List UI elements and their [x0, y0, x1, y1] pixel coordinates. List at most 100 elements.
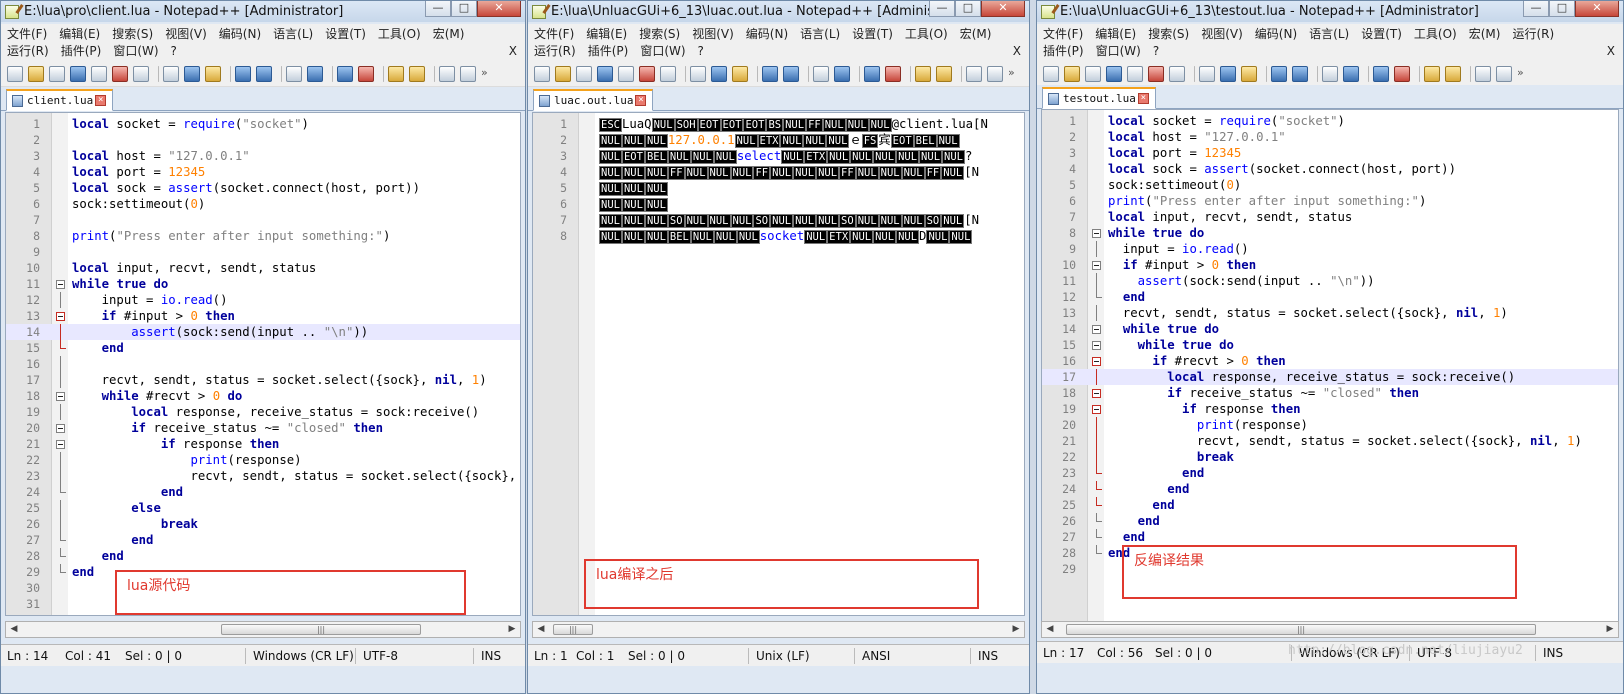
menu-item[interactable]: ? — [1153, 44, 1159, 58]
code-line[interactable]: 19 local response, receive_status = sock… — [6, 404, 520, 420]
code-line[interactable]: 6 sock:settimeout(0) — [6, 196, 520, 212]
fold-marker-icon[interactable] — [1092, 341, 1101, 350]
code-editor[interactable]: 1 ESC LuaQ NUL SOH EOT EOT EOT BS NUL FF NUL NUL NUL @… — [532, 112, 1025, 616]
menu-item[interactable]: 视图(V) — [692, 27, 734, 41]
toolbar-button-icon[interactable] — [783, 65, 799, 82]
scroll-thumb[interactable]: ||| — [1066, 624, 1536, 635]
code-line[interactable]: 20 print(response) — [1042, 417, 1618, 433]
title-bar[interactable]: E:\lua\pro\client.lua - Notepad++ [Admin… — [1, 1, 525, 22]
code-line[interactable]: 1 ESC LuaQ NUL SOH EOT EOT EOT BS NUL FF NUL NUL NUL @… — [533, 116, 1024, 132]
menu-item[interactable]: 视图(V) — [1201, 27, 1243, 41]
toolbar-button-icon[interactable] — [1394, 65, 1410, 82]
menu-item[interactable]: 编码(N) — [746, 27, 788, 41]
toolbar-button-icon[interactable] — [1220, 65, 1236, 82]
code-line[interactable]: 25 else — [6, 500, 520, 516]
toolbar-button-icon[interactable] — [711, 65, 727, 82]
tab-close-icon[interactable]: × — [95, 95, 107, 106]
menu-item[interactable]: 设置(T) — [852, 27, 893, 41]
toolbar-button-icon[interactable] — [7, 65, 23, 82]
code-line[interactable]: 8 while true do — [1042, 225, 1618, 241]
menu-item[interactable]: 视图(V) — [165, 27, 207, 41]
menu-close-x[interactable]: X — [1013, 43, 1021, 60]
scroll-right-arrow-icon[interactable]: ▶ — [1008, 622, 1024, 637]
code-line[interactable]: 13 if #input > 0 then — [6, 308, 520, 324]
code-line[interactable]: 24 end — [1042, 481, 1618, 497]
toolbar-button-icon[interactable] — [70, 65, 86, 82]
toolbar-button-icon[interactable] — [1475, 65, 1491, 82]
fold-marker-icon[interactable] — [1092, 325, 1101, 334]
menu-item[interactable]: 宏(M) — [1469, 27, 1501, 41]
toolbar-button-icon[interactable] — [133, 65, 149, 82]
toolbar-button-icon[interactable] — [936, 65, 952, 82]
horizontal-scrollbar[interactable]: ◀ ▶ ||| — [532, 621, 1025, 638]
menu-item[interactable]: 搜索(S) — [639, 27, 680, 41]
menu-item[interactable]: 设置(T) — [325, 27, 366, 41]
toolbar-button-icon[interactable] — [885, 65, 901, 82]
code-line[interactable]: 28 end — [6, 548, 520, 564]
file-tab[interactable]: luac.out.lua × — [533, 89, 654, 111]
menu-item[interactable]: 语言(L) — [273, 27, 313, 41]
menu-item[interactable]: 运行(R) — [1512, 27, 1554, 41]
code-line[interactable]: 20 if receive_status ~= "closed" then — [6, 420, 520, 436]
menu-item[interactable]: 窗口(W) — [1096, 44, 1141, 58]
fold-marker-icon[interactable] — [1092, 229, 1101, 238]
file-tab[interactable]: client.lua × — [6, 89, 114, 111]
toolbar-button-icon[interactable] — [639, 65, 655, 82]
scroll-left-arrow-icon[interactable]: ◀ — [533, 622, 549, 637]
fold-marker-icon[interactable] — [56, 424, 65, 433]
code-line[interactable]: 3 local host = "127.0.0.1" — [6, 148, 520, 164]
close-button[interactable]: ✕ — [981, 1, 1025, 17]
code-line[interactable]: 24 end — [6, 484, 520, 500]
toolbar-button-icon[interactable] — [1292, 65, 1308, 82]
code-line[interactable]: 5 NUL NUL NUL — [533, 180, 1024, 196]
menu-item[interactable]: 插件(P) — [61, 44, 102, 58]
code-line[interactable]: 2 NUL NUL NUL 127.0.0.1 NUL ETX NUL NUL NUL ｅ FS 宾 EO… — [533, 132, 1024, 148]
code-line[interactable]: 3 local port = 12345 — [1042, 145, 1618, 161]
toolbar-button-icon[interactable] — [1373, 65, 1389, 82]
toolbar-button-icon[interactable] — [358, 65, 374, 82]
title-bar[interactable]: E:\lua\UnluacGUi+6_13\luac.out.lua - Not… — [528, 1, 1029, 22]
toolbar-button-icon[interactable] — [235, 65, 251, 82]
code-line[interactable]: 7 — [6, 212, 520, 228]
toolbar-button-icon[interactable] — [1199, 65, 1215, 82]
fold-marker-icon[interactable] — [56, 392, 65, 401]
code-line[interactable]: 9 input = io.read() — [1042, 241, 1618, 257]
maximize-button[interactable]: □ — [1549, 1, 1575, 17]
toolbar-button-icon[interactable] — [864, 65, 880, 82]
toolbar-button-icon[interactable] — [1424, 65, 1440, 82]
toolbar-button-icon[interactable] — [439, 65, 455, 82]
toolbar-button-icon[interactable] — [813, 65, 829, 82]
code-line[interactable]: 5 sock:settimeout(0) — [1042, 177, 1618, 193]
menu-item[interactable]: 编码(N) — [1255, 27, 1297, 41]
code-line[interactable]: 10 local input, recvt, sendt, status — [6, 260, 520, 276]
toolbar-button-icon[interactable] — [205, 65, 221, 82]
fold-marker-icon[interactable] — [56, 440, 65, 449]
toolbar-button-icon[interactable] — [1085, 65, 1101, 82]
menu-item[interactable]: 文件(F) — [534, 27, 574, 41]
toolbar-button-icon[interactable] — [555, 65, 571, 82]
minimize-button[interactable]: — — [929, 1, 955, 17]
menu-item[interactable]: ? — [171, 44, 177, 58]
maximize-button[interactable]: □ — [955, 1, 981, 17]
scroll-right-arrow-icon[interactable]: ▶ — [504, 622, 520, 637]
fold-marker-icon[interactable] — [1092, 405, 1101, 414]
code-line[interactable]: 22 print(response) — [6, 452, 520, 468]
code-line[interactable]: 16 — [6, 356, 520, 372]
toolbar-overflow-icon[interactable]: » — [1517, 66, 1524, 82]
toolbar-button-icon[interactable] — [49, 65, 65, 82]
menu-close-x[interactable]: X — [1607, 43, 1615, 60]
toolbar-button-icon[interactable] — [184, 65, 200, 82]
code-line[interactable]: 9 — [6, 244, 520, 260]
menu-item[interactable]: 编辑(E) — [586, 27, 627, 41]
code-line[interactable]: 14 while true do — [1042, 321, 1618, 337]
toolbar-button-icon[interactable] — [987, 65, 1003, 82]
menu-item[interactable]: 设置(T) — [1361, 27, 1402, 41]
menu-item[interactable]: 编辑(E) — [59, 27, 100, 41]
toolbar-button-icon[interactable] — [337, 65, 353, 82]
tab-close-icon[interactable]: × — [1137, 93, 1149, 104]
code-line[interactable]: 6 NUL NUL NUL — [533, 196, 1024, 212]
menu-item[interactable]: ? — [698, 44, 704, 58]
scroll-thumb[interactable]: ||| — [221, 624, 421, 635]
toolbar-button-icon[interactable] — [1241, 65, 1257, 82]
menu-item[interactable]: 窗口(W) — [113, 44, 158, 58]
